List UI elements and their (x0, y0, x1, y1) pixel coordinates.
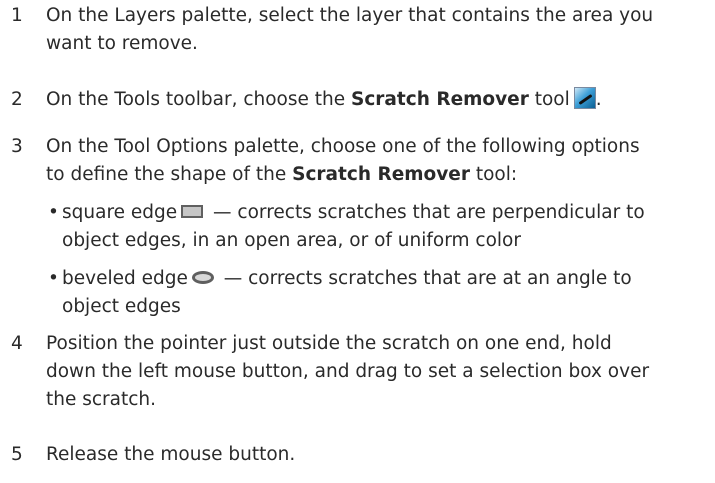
step-text-line: want to remove. (46, 33, 198, 54)
instruction-document: 1 On the Layers palette, select the laye… (0, 0, 715, 483)
step-text: Release the mouse button. (46, 441, 709, 469)
option-description: — corrects scratches that are at an angl… (217, 268, 632, 289)
scratch-remover-tool-icon (573, 87, 596, 109)
bullet: • (48, 202, 59, 223)
step-text-line: the scratch. (46, 389, 157, 410)
option-description-line: object edges (62, 296, 181, 317)
step-text-line: Release the mouse button. (46, 444, 296, 465)
bullet: • (48, 268, 59, 289)
step-number: 1 (11, 5, 23, 26)
step-number: 3 (11, 136, 23, 157)
step-text-line: down the left mouse button, and drag to … (46, 361, 650, 382)
step-text-end: . (595, 89, 602, 110)
step-text: On the Tool Options palette, choose one … (46, 133, 709, 189)
tool-name: Scratch Remover (351, 89, 529, 110)
option-lead: beveled edge (62, 268, 188, 289)
step-text-line: On the Layers palette, select the layer … (46, 5, 654, 26)
step-text-line: Position the pointer just outside the sc… (46, 333, 612, 354)
step-number: 4 (11, 333, 23, 354)
option-lead: square edge (62, 202, 178, 223)
step-text-prefix: to define the shape of the (46, 164, 293, 185)
step-text: On the Tools toolbar, choose the Scratch… (46, 86, 709, 114)
square-edge-icon (181, 205, 204, 218)
tool-name: Scratch Remover (292, 164, 470, 185)
step-text-line: On the Tool Options palette, choose one … (46, 136, 640, 157)
option-description-line: object edges, in an open area, or of uni… (62, 230, 521, 251)
step-text: On the Layers palette, select the layer … (46, 2, 709, 58)
step-number: 2 (11, 89, 23, 110)
step-text: Position the pointer just outside the sc… (46, 330, 709, 414)
option-description: — corrects scratches that are perpendicu… (207, 202, 645, 223)
step-text-suffix: tool: (469, 164, 518, 185)
step-text-prefix: On the Tools toolbar, choose the (46, 89, 352, 110)
step-text-suffix: tool (528, 89, 570, 110)
beveled-edge-icon (191, 271, 214, 284)
step-number: 5 (11, 444, 23, 465)
